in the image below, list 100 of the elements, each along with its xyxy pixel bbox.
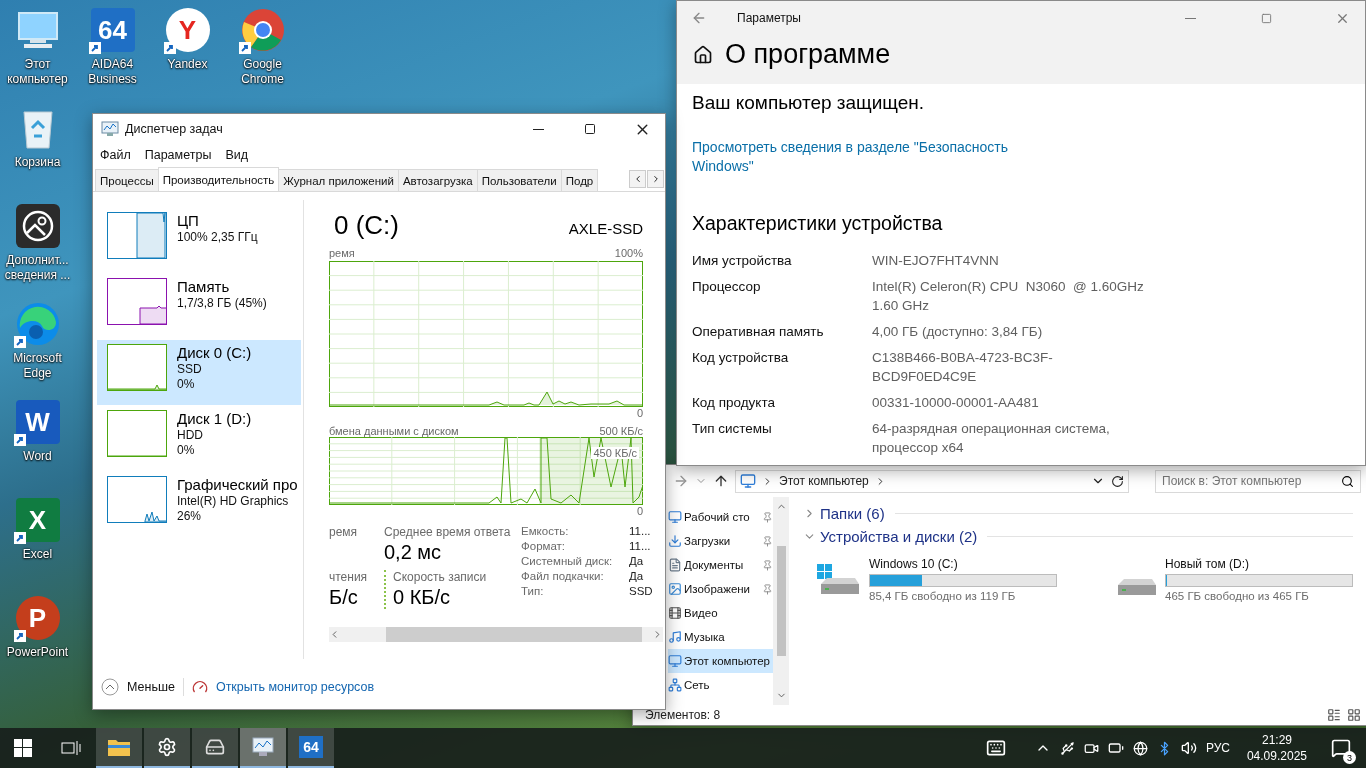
- nav-item[interactable]: Этот компьютер: [668, 649, 773, 673]
- tab[interactable]: Подр: [560, 169, 599, 191]
- stat-label: Среднее время ответа: [384, 525, 509, 539]
- search-field[interactable]: Поиск в: Этот компьютер: [1155, 469, 1361, 493]
- resource-monitor-link[interactable]: Открыть монитор ресурсов: [215, 680, 375, 694]
- desktop-icon-label[interactable]: Этот компьютер: [0, 57, 75, 87]
- nav-item[interactable]: Сеть: [668, 673, 773, 697]
- drive-name[interactable]: Windows 10 (C:): [869, 557, 1057, 571]
- scrollbar[interactable]: [773, 497, 789, 705]
- nav-item[interactable]: Загрузки: [668, 529, 773, 553]
- back-icon[interactable]: [691, 10, 707, 26]
- drive-free-space: 465 ГБ свободно из 465 ГБ: [1165, 590, 1310, 602]
- film-icon: [668, 606, 682, 620]
- taskbar-app-button[interactable]: [96, 728, 142, 768]
- spec-value: 64-разрядная операционная система, процессор x64: [872, 420, 1111, 457]
- group-heading[interactable]: Устройства и диски (2): [820, 528, 978, 545]
- spec-label: Тип системы: [692, 420, 773, 438]
- spec-label: Код устройства: [692, 349, 790, 367]
- tiles-view-icon[interactable]: [1347, 708, 1361, 722]
- language-indicator[interactable]: РУС: [1205, 741, 1230, 755]
- desktop-icon-label[interactable]: Word: [0, 449, 75, 464]
- search-icon: [1341, 474, 1354, 488]
- nav-item[interactable]: Изображени: [668, 577, 773, 601]
- resource-name: Диск 0 (C:): [177, 344, 252, 362]
- resource-item[interactable]: ЦП 100% 2,35 ГГц: [97, 208, 301, 273]
- home-icon[interactable]: [693, 44, 713, 65]
- app-logo: 64: [299, 736, 323, 758]
- desktop-icon-label[interactable]: Google Chrome: [225, 57, 300, 87]
- nav-item[interactable]: Документы: [668, 553, 773, 577]
- network-icon: [668, 678, 682, 692]
- drive-name[interactable]: Новый том (D:): [1165, 557, 1353, 571]
- nav-item[interactable]: Музыка: [668, 625, 773, 649]
- app-logo: Y: [165, 8, 210, 52]
- property-value: Да: [629, 555, 645, 567]
- menu-item[interactable]: Файл: [93, 148, 138, 162]
- group-heading[interactable]: Папки (6): [820, 505, 885, 522]
- resource-item[interactable]: Память 1,7/3,8 ГБ (45%): [97, 274, 301, 339]
- spec-label: Код продукта: [692, 394, 776, 412]
- menu-item[interactable]: Вид: [218, 148, 255, 162]
- app-logo: X: [15, 498, 60, 542]
- up-button[interactable]: [713, 473, 729, 489]
- tab[interactable]: Пользователи: [476, 169, 562, 191]
- spec-value: C138B466-B0BA-4723-BC3F- BCD9F0ED4C9E: [872, 349, 1054, 386]
- taskbar-app-button[interactable]: [144, 728, 190, 768]
- forward-button[interactable]: [673, 473, 689, 489]
- usb-icon[interactable]: [1059, 740, 1075, 756]
- tab[interactable]: Процессы: [95, 169, 159, 191]
- horizontal-scrollbar[interactable]: [329, 627, 663, 642]
- section-heading: Характеристики устройства: [692, 212, 944, 235]
- taskbar-app-button[interactable]: 64: [288, 728, 334, 768]
- desktop-icon-label[interactable]: Корзина: [0, 155, 75, 170]
- nav-item[interactable]: Видео: [668, 601, 773, 625]
- keyboard-icon[interactable]: [985, 738, 1006, 758]
- menu-item[interactable]: Параметры: [137, 148, 219, 162]
- taskbar-app-button[interactable]: [240, 728, 286, 768]
- property-label: Емкость:: [521, 525, 570, 537]
- refresh-icon[interactable]: [1111, 474, 1124, 488]
- tab[interactable]: Автозагрузка: [397, 169, 478, 191]
- minimize-icon: [532, 128, 544, 130]
- chart-label: ремя: [329, 247, 355, 259]
- monitor-graph-icon: [252, 737, 274, 757]
- resource-item[interactable]: Диск 1 (D:) HDD 0%: [97, 406, 301, 471]
- nav-item[interactable]: Рабочий сто: [668, 505, 773, 529]
- document-icon: [668, 558, 682, 572]
- security-link[interactable]: Просмотреть сведения в разделе "Безопасность Windows": [692, 138, 1022, 176]
- spec-value: Intel(R) Celeron(R) CPU N3060 @ 1.60GHz 1.60 GHz: [872, 278, 1145, 315]
- tab[interactable]: Журнал приложений: [278, 169, 399, 191]
- clock[interactable]: 21:29 04.09.2025: [1238, 732, 1315, 764]
- arrow-up-icon: [713, 473, 729, 489]
- drive-icon: [1117, 577, 1157, 596]
- spec-label: Имя устройства: [692, 252, 793, 270]
- windows-logo-icon: [14, 739, 32, 757]
- details-view-icon[interactable]: [1327, 708, 1341, 722]
- resource-detail: 26%: [177, 509, 203, 524]
- minimize-icon: [1184, 17, 1196, 19]
- resource-name: Диск 1 (D:): [177, 410, 252, 428]
- resource-detail: 0%: [177, 377, 196, 392]
- fewer-details-button[interactable]: Меньше: [101, 678, 175, 696]
- resource-item[interactable]: Графический про Intel(R) HD Graphics 26%: [97, 472, 301, 537]
- chart-max-label: 500 КБ/с: [599, 425, 643, 437]
- chart-max-label: 100%: [614, 247, 643, 259]
- globe-icon[interactable]: [1132, 740, 1148, 756]
- address-bar[interactable]: Этот компьютер: [735, 469, 1129, 493]
- desktop-icon-label[interactable]: Microsoft Edge: [0, 351, 75, 381]
- desktop-icon-label[interactable]: AIDA64 Business: [75, 57, 150, 87]
- desktop-icon-label[interactable]: PowerPoint: [0, 645, 75, 660]
- volume-icon[interactable]: [1180, 740, 1197, 756]
- battery-icon[interactable]: [1107, 740, 1124, 756]
- stat-label: чтения: [329, 570, 369, 584]
- resource-graph: [107, 344, 167, 391]
- window-title: Диспетчер задач: [125, 122, 224, 136]
- window-title: Параметры: [737, 11, 802, 25]
- maximize-icon: [584, 123, 596, 135]
- disk-title: 0 (C:): [334, 210, 399, 241]
- resource-item[interactable]: Диск 0 (C:) SSD 0%: [97, 340, 301, 405]
- taskbar-app-button[interactable]: [192, 728, 238, 768]
- desktop-icon-label[interactable]: Excel: [0, 547, 75, 562]
- desktop-icon-label[interactable]: Yandex: [150, 57, 225, 72]
- app-logo: W: [15, 400, 60, 444]
- computer-icon: [668, 654, 682, 668]
